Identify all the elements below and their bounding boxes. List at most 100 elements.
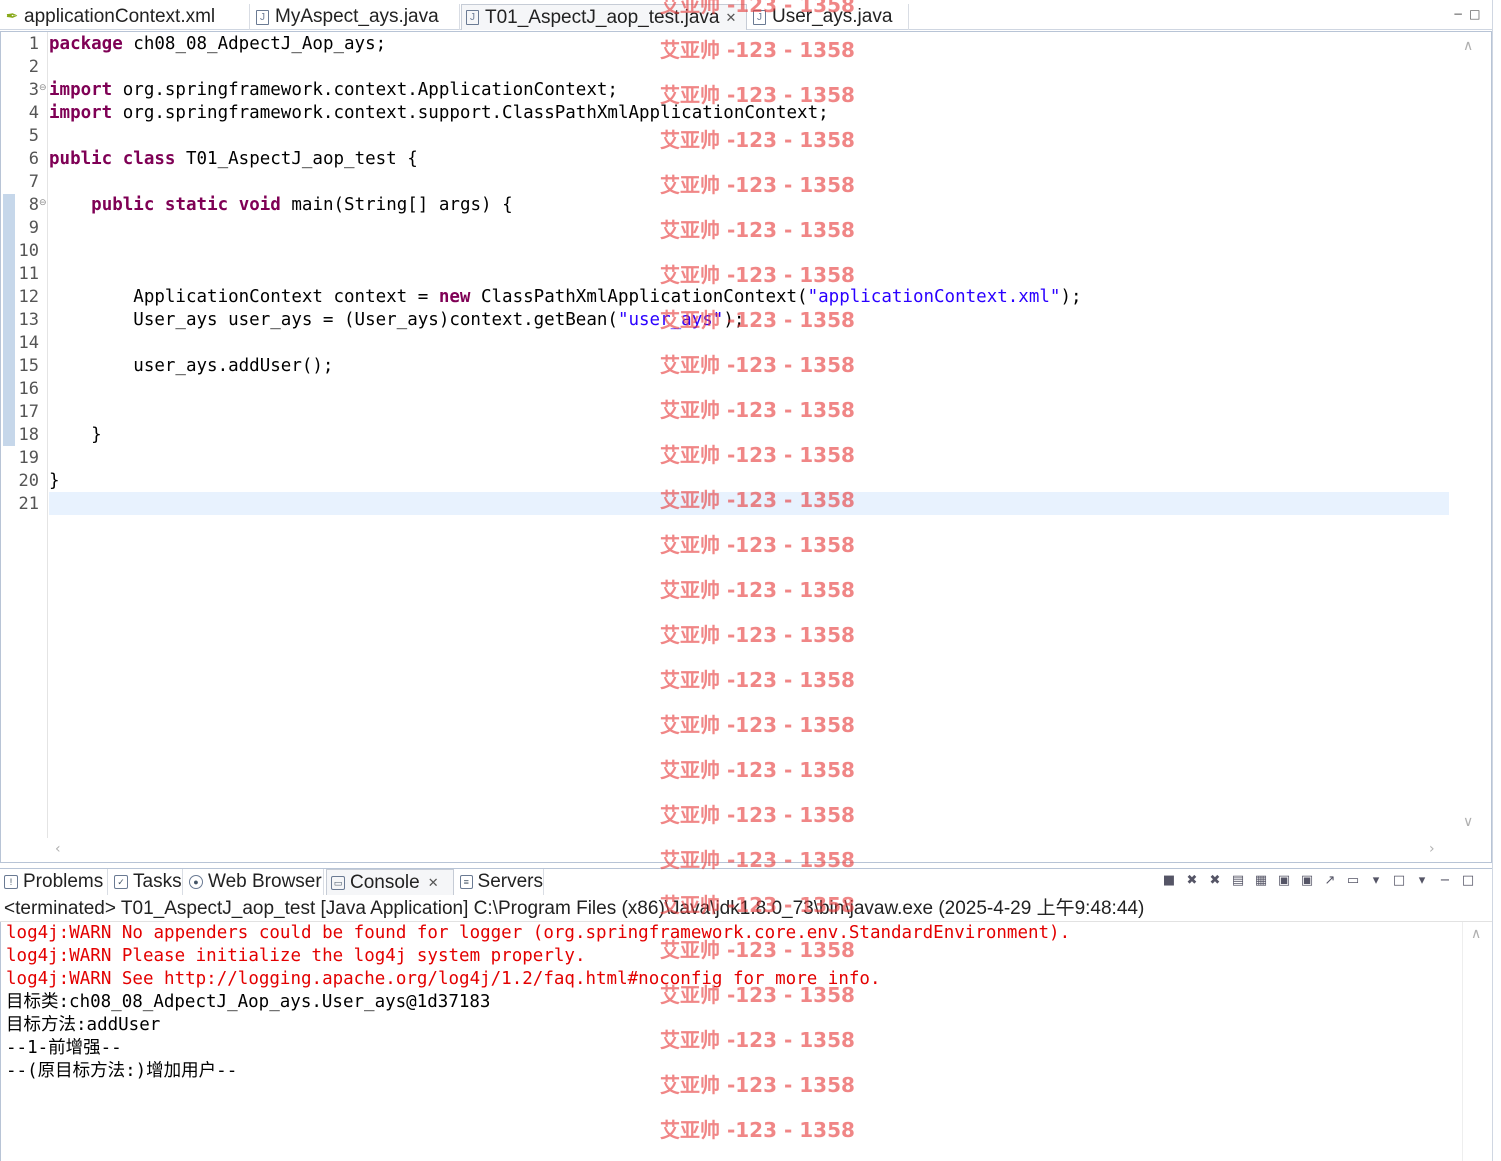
line-number: 18: [18, 425, 39, 445]
code-line-4: import org.springframework.context.suppo…: [49, 103, 829, 123]
line-number: 16: [18, 379, 39, 399]
console-line: 目标类:ch08_08_AdpectJ_Aop_ays.User_ays@1d3…: [6, 992, 491, 1012]
scroll-up-icon[interactable]: ∧: [1471, 926, 1481, 942]
code-line-18: }: [49, 425, 102, 445]
line-number: 20: [18, 471, 39, 491]
tab-label: Web Browser: [208, 871, 322, 892]
scroll-down-icon[interactable]: ∨: [1463, 814, 1473, 830]
console-line: 目标方法:addUser: [6, 1015, 161, 1035]
console-line: --1-前增强--: [6, 1038, 122, 1058]
fold-icon[interactable]: ⊖: [39, 83, 47, 93]
tab-servers[interactable]: ≡ Servers: [456, 869, 544, 895]
change-marker: [3, 194, 15, 446]
line-number: 17: [18, 402, 39, 422]
terminate-icon[interactable]: ■: [1160, 872, 1178, 890]
tab-label: User_ays.java: [772, 6, 893, 27]
code-line-13: User_ays user_ays = (User_ays)context.ge…: [49, 310, 745, 330]
close-tab-icon[interactable]: ✕: [428, 875, 439, 891]
chevron-down-icon[interactable]: ▾: [1367, 872, 1385, 890]
close-tab-icon[interactable]: ✕: [726, 10, 737, 26]
bottom-panel-tab-bar: ! Problems ✓ Tasks ● Web Browser ▭ Conso…: [0, 868, 1492, 895]
tab-label: applicationContext.xml: [24, 6, 216, 27]
line-number: 11: [18, 264, 39, 284]
globe-icon: ●: [189, 875, 203, 889]
console-line: log4j:WARN No appenders could be found f…: [6, 923, 1071, 943]
tab-myaspect-java[interactable]: J MyAspect_ays.java: [252, 4, 460, 30]
pin-console-icon[interactable]: ↗: [1321, 872, 1339, 890]
tab-web-browser[interactable]: ● Web Browser: [185, 869, 324, 895]
code-area[interactable]: package ch08_08_AdpectJ_Aop_ays; import …: [49, 32, 1449, 838]
editor-vertical-scrollbar[interactable]: ∧ ∨: [1449, 32, 1491, 838]
console-line: log4j:WARN See http://logging.apache.org…: [6, 969, 881, 989]
show-on-output-icon[interactable]: ▣: [1275, 872, 1293, 890]
remove-launch-icon[interactable]: ✖: [1183, 872, 1201, 890]
maximize-icon[interactable]: □: [1469, 7, 1486, 21]
tab-label: MyAspect_ays.java: [275, 6, 439, 27]
clear-console-icon[interactable]: ▤: [1229, 872, 1247, 890]
code-editor[interactable]: 1 2 3 4 5 6 7 8 9 10 11 12 13 14 15 16 17 18 19 20 21 ⊖ ⊖ pa…: [0, 31, 1492, 863]
scroll-left-icon[interactable]: ‹: [55, 841, 61, 857]
console-status-header: <terminated> T01_AspectJ_aop_test [Java …: [0, 896, 1492, 922]
editor-horizontal-scrollbar[interactable]: ‹ ›: [47, 838, 1447, 862]
tab-label: Console: [350, 871, 420, 893]
console-line: --(原目标方法:)增加用户--: [6, 1061, 238, 1081]
tab-application-context-xml[interactable]: ✒ applicationContext.xml: [0, 4, 250, 30]
line-number: 3: [28, 80, 39, 100]
tab-t01-aspectj-aop-test-java[interactable]: J T01_AspectJ_aop_test.java ✕: [461, 4, 747, 30]
tab-label: Tasks: [133, 871, 182, 892]
tab-label: Problems: [23, 871, 104, 892]
code-line-6: public class T01_AspectJ_aop_test {: [49, 149, 418, 169]
line-number: 19: [18, 448, 39, 468]
remove-all-terminated-icon[interactable]: ✖: [1206, 872, 1224, 890]
console-icon: ▭: [331, 875, 345, 890]
editor-window-controls: −□: [1453, 7, 1486, 21]
chevron-down-icon[interactable]: ▾: [1413, 872, 1431, 890]
line-number: 8: [28, 195, 39, 215]
console-toolbar: ■ ✖ ✖ ▤ ▦ ▣ ▣ ↗ ▭ ▾ □ ▾ − □: [1160, 872, 1477, 892]
maximize-icon[interactable]: □: [1459, 872, 1477, 890]
tab-console[interactable]: ▭ Console ✕: [326, 869, 454, 895]
line-number: 5: [28, 126, 39, 146]
minimize-icon[interactable]: −: [1436, 872, 1454, 890]
editor-tab-bar: ✒ applicationContext.xml J MyAspect_ays.…: [0, 4, 1492, 30]
window-right-edge: [1492, 0, 1501, 1161]
line-number: 12: [18, 287, 39, 307]
code-line-8: public static void main(String[] args) {: [91, 195, 513, 215]
console-output[interactable]: log4j:WARN No appenders could be found f…: [0, 922, 1492, 1161]
java-file-icon: J: [753, 9, 766, 25]
line-number: 10: [18, 241, 39, 261]
code-line-15: user_ays.addUser();: [49, 356, 334, 376]
tab-user-ays-java[interactable]: J User_ays.java: [749, 4, 909, 30]
xml-file-icon: ✒: [5, 7, 19, 25]
tab-label: Servers: [477, 871, 543, 892]
java-file-icon: J: [466, 10, 479, 25]
line-number: 6: [28, 149, 39, 169]
tasks-icon: ✓: [114, 875, 128, 889]
tab-tasks[interactable]: ✓ Tasks: [110, 869, 183, 895]
show-on-error-icon[interactable]: ▣: [1298, 872, 1316, 890]
scroll-right-icon[interactable]: ›: [1429, 841, 1435, 857]
open-console-icon[interactable]: □: [1390, 872, 1408, 890]
line-number: 4: [28, 103, 39, 123]
servers-icon: ≡: [460, 875, 473, 889]
line-number: 2: [28, 57, 39, 77]
line-number: 7: [28, 172, 39, 192]
console-vertical-scrollbar[interactable]: ∧: [1462, 922, 1492, 1161]
line-number: 14: [18, 333, 39, 353]
code-line-3: import org.springframework.context.Appli…: [49, 80, 618, 100]
tab-problems[interactable]: ! Problems: [0, 869, 108, 895]
code-line-12: ApplicationContext context = new ClassPa…: [49, 287, 1082, 307]
console-line: log4j:WARN Please initialize the log4j s…: [6, 946, 586, 966]
java-file-icon: J: [256, 9, 269, 25]
line-number: 13: [18, 310, 39, 330]
code-line-20: }: [49, 471, 60, 491]
problems-icon: !: [4, 875, 18, 889]
fold-icon[interactable]: ⊖: [39, 198, 47, 208]
scroll-up-icon[interactable]: ∧: [1463, 38, 1473, 54]
tab-label: T01_AspectJ_aop_test.java: [485, 6, 720, 28]
line-number: 9: [28, 218, 39, 238]
code-line-1: package ch08_08_AdpectJ_Aop_ays;: [49, 34, 387, 54]
display-console-icon[interactable]: ▭: [1344, 872, 1362, 890]
scroll-lock-icon[interactable]: ▦: [1252, 872, 1270, 890]
minimize-icon[interactable]: −: [1453, 7, 1469, 21]
